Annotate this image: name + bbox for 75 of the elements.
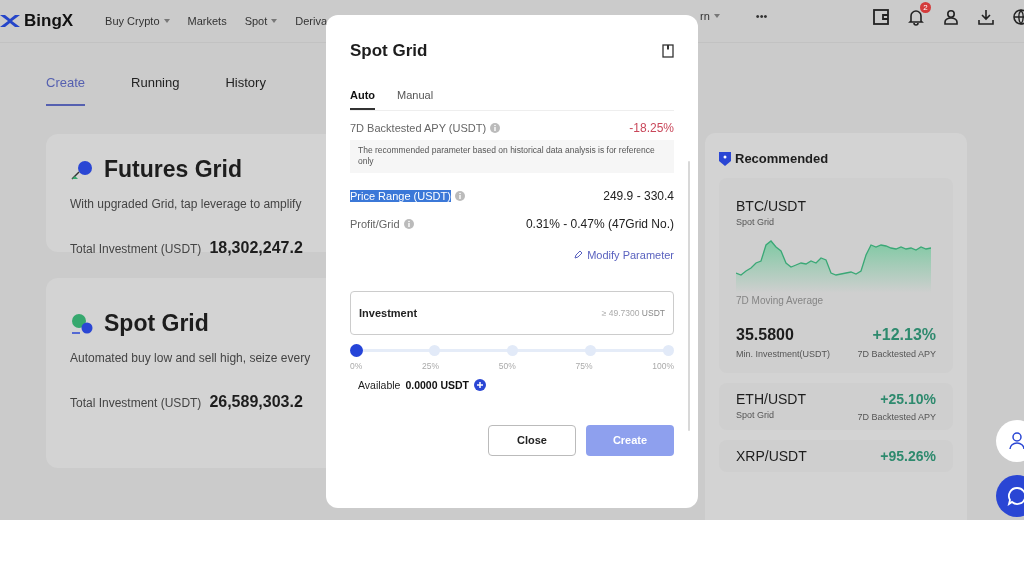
apy-value: +12.13% (871, 326, 936, 344)
strategy-card[interactable]: XRP/USDT +95.26% (719, 440, 953, 472)
slider-stop-dot[interactable] (429, 344, 440, 356)
user-icon[interactable] (942, 8, 960, 26)
available-balance: 0.0000 USDT (405, 378, 470, 391)
product-title: Futures Grid (104, 156, 242, 183)
logo-text[interactable]: BingX (24, 11, 74, 31)
min-investment-label: Min. Investment(USDT) (736, 349, 831, 359)
product-description: With upgraded Grid, tap leverage to amplify (70, 197, 302, 211)
strategy-card[interactable]: ETH/USDT Spot Grid +25.10% 7D Backtested APY (719, 383, 953, 430)
page-tab[interactable]: History (225, 63, 266, 106)
min-investment-value: 35.5800 (736, 326, 795, 344)
shield-icon (719, 151, 731, 166)
page-tab[interactable]: Running (131, 63, 180, 106)
wallet-icon[interactable] (872, 8, 890, 26)
book-icon[interactable] (662, 44, 674, 58)
slider-stop-label: 50% (498, 360, 516, 371)
mode-tab[interactable]: Auto (350, 89, 376, 110)
total-investment-value: 26,589,303.2 (209, 393, 303, 411)
person-icon (1007, 431, 1024, 451)
pencil-icon (574, 250, 584, 260)
total-investment-value: 18,302,247.2 (209, 239, 303, 257)
chart-caption: 7D Moving Average (736, 295, 825, 306)
strategy-card[interactable]: BTC/USDT Spot Grid 7D Moving Average 35.5800 Min. Investment(USDT) +12.13% 7D Backtested APY (719, 178, 953, 373)
parameter-label: Price Range (USDT) (350, 189, 451, 202)
slider-stop-label: 75% (575, 360, 593, 371)
nav-link[interactable]: Markets (187, 15, 227, 27)
download-icon[interactable] (977, 8, 995, 26)
apy-label: 7D Backtested APY (857, 349, 936, 359)
pair-name: ETH/USDT (736, 391, 806, 407)
mode-tab[interactable]: Manual (397, 89, 434, 110)
apy-value: +95.26% (880, 448, 936, 464)
logo-icon (0, 13, 20, 29)
strategy-type: Spot Grid (736, 217, 776, 227)
slider-stop-dot[interactable] (507, 344, 518, 356)
dialog-title: Spot Grid (350, 41, 428, 61)
nav-link[interactable]: Spot (244, 15, 278, 27)
slider-stop-dot[interactable] (585, 344, 596, 356)
bell-icon[interactable] (907, 8, 925, 26)
chat-icon (1007, 486, 1024, 506)
investment-field[interactable]: Investment ≥ 49.7300 USDT (350, 290, 674, 335)
apy-label: 7D Backtested APY (USDT) (350, 122, 487, 134)
slider-stop-label: 25% (422, 360, 440, 371)
close-button[interactable]: Close (488, 424, 576, 456)
add-icon[interactable] (474, 378, 487, 391)
parameter-value: 0.31% - 0.47% (47Grid No.) (525, 216, 674, 231)
pair-name: XRP/USDT (736, 448, 807, 464)
slider-stop-label: 0% (350, 360, 363, 371)
slider-stop-dot[interactable] (663, 344, 674, 356)
slider-stop-label: 100% (652, 360, 674, 371)
section-title: Recommended (735, 151, 829, 166)
slider-thumb[interactable] (350, 343, 363, 357)
parameter-value: 249.9 - 330.4 (603, 188, 674, 203)
available-label: Available (358, 378, 401, 391)
apy-value: +25.10% (879, 391, 936, 407)
apy-value: -18.25% (629, 121, 674, 135)
nav-link[interactable]: rn (700, 10, 720, 22)
recommendation-note: The recommended parameter based on historical data analysis is for reference only (350, 140, 674, 173)
parameter-label: Profit/Grid (350, 217, 400, 230)
page-tab[interactable]: Create (46, 63, 86, 106)
coin-icon (70, 312, 94, 335)
total-investment-label: Total Investment (USDT) (70, 396, 202, 410)
strategy-type: Spot Grid (736, 410, 776, 420)
pair-name: BTC/USDT (736, 198, 807, 214)
nav-link[interactable]: Deriva (295, 15, 328, 27)
nav-link[interactable]: Buy Crypto (105, 15, 170, 27)
grid-bot-icon (70, 158, 94, 181)
notification-badge: 2 (920, 2, 931, 13)
nav-link[interactable]: ••• (755, 10, 768, 22)
scrollbar[interactable] (688, 161, 690, 431)
product-description: Automated buy low and sell high, seize every (70, 351, 311, 365)
product-title: Spot Grid (104, 310, 209, 337)
modify-parameter-link[interactable]: Modify Parameter (574, 248, 674, 261)
total-investment-label: Total Investment (USDT) (70, 242, 202, 256)
apy-label: 7D Backtested APY (857, 412, 936, 422)
